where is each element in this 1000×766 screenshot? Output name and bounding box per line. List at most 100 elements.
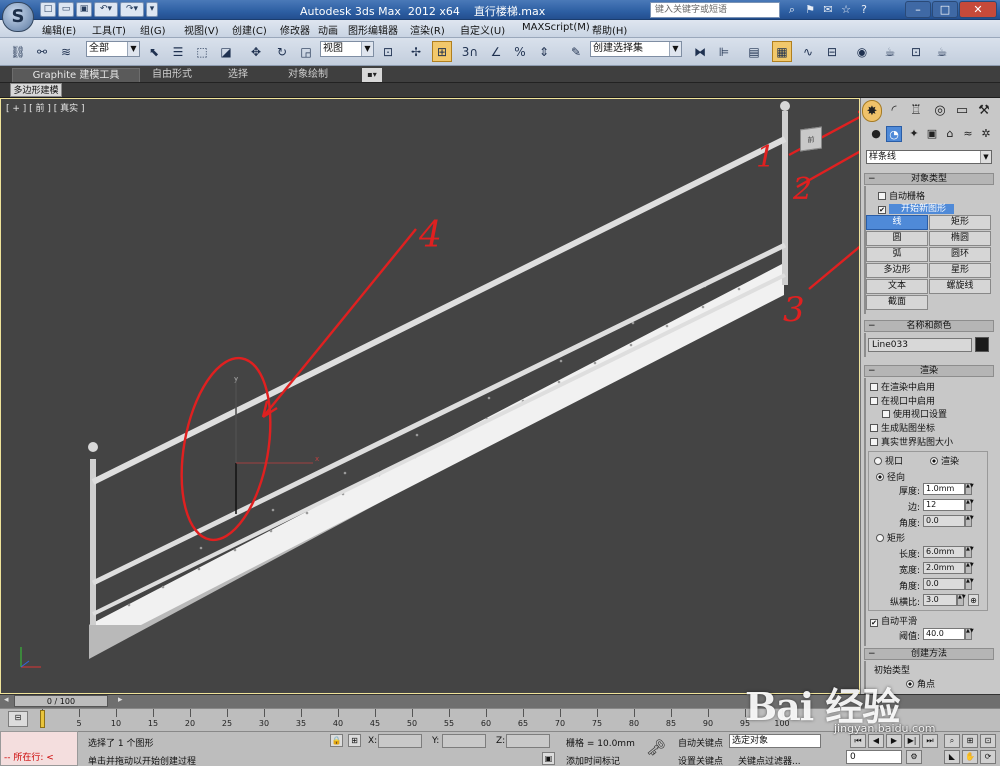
mini-curve-editor-icon[interactable]: ⊟ [8, 711, 28, 727]
scale-icon[interactable]: ◲ [296, 41, 316, 62]
spinner-arrows-icon[interactable]: ▲▼ [965, 628, 974, 640]
angle2-spinner[interactable]: 0.0 ▲▼ [923, 578, 974, 590]
maximize-button[interactable]: □ [932, 1, 958, 18]
modify-panel-icon[interactable]: ◜ [884, 100, 904, 122]
menu-customize[interactable]: 自定义(U) [460, 22, 505, 37]
pan-icon[interactable]: ✋ [962, 750, 978, 764]
name-color-rollout-header[interactable]: − 名称和颜色 [864, 320, 994, 332]
circle-button[interactable]: 圆 [866, 231, 928, 246]
ribbon-options-icon[interactable]: ▪▾ [362, 68, 382, 82]
save-icon[interactable]: ▣ [76, 2, 92, 17]
orbit-icon[interactable]: ⟳ [980, 750, 996, 764]
menu-maxscript[interactable]: MAXScript(M) [522, 22, 590, 33]
display-panel-icon[interactable]: ▭ [952, 100, 972, 122]
shapes-icon[interactable]: ◔ [886, 126, 902, 142]
key-mode-dropdown[interactable]: 选定对象 [729, 734, 821, 748]
current-frame-spinner[interactable]: 0 [846, 750, 902, 764]
help-icon[interactable]: ? [855, 2, 873, 18]
lock-aspect-icon[interactable]: ⊕ [968, 594, 979, 606]
systems-icon[interactable]: ✲ [978, 126, 994, 142]
spinner-arrows-icon[interactable]: ▲▼ [965, 546, 974, 558]
play-icon[interactable]: ▶ [886, 734, 902, 748]
schematic-view-icon[interactable]: ⊟ [822, 41, 842, 62]
thickness-spinner[interactable]: 1.0mm ▲▼ [923, 483, 974, 495]
z-coordinate-field[interactable] [506, 734, 550, 748]
rectangular-radio[interactable]: 矩形 [876, 531, 905, 544]
spinner-snap-icon[interactable]: ⇕ [534, 41, 554, 62]
object-color-swatch[interactable] [975, 337, 989, 352]
tab-graphite-modeling[interactable]: Graphite 建模工具 [12, 68, 140, 82]
hierarchy-panel-icon[interactable]: ♖ [906, 100, 926, 122]
go-to-end-icon[interactable]: ⏭ [922, 734, 938, 748]
add-time-tag-icon[interactable]: ▣ [542, 752, 555, 765]
rectangle-button[interactable]: 矩形 [929, 215, 991, 230]
spinner-arrows-icon[interactable]: ▲▼ [965, 483, 974, 495]
named-selection-dropdown[interactable]: 创建选择集 ▼ [590, 41, 682, 57]
helpers-icon[interactable]: ⌂ [942, 126, 958, 142]
3ds-max-logo-icon[interactable]: S [2, 2, 34, 32]
creation-method-rollout-header[interactable]: − 创建方法 [864, 648, 994, 660]
graphite-toggle-icon[interactable]: ▦ [772, 41, 792, 62]
sides-spinner[interactable]: 12 ▲▼ [923, 499, 974, 511]
time-slider-thumb[interactable]: 0 / 100 [14, 695, 108, 707]
favorites-icon[interactable]: ☆ [837, 2, 855, 18]
enable-in-viewport-checkbox[interactable]: 在视口中启用 [870, 394, 935, 407]
create-panel-icon[interactable]: ✸ [862, 100, 882, 122]
tab-selection[interactable]: 选择 [228, 68, 248, 82]
helix-button[interactable]: 螺旋线 [929, 279, 991, 294]
time-config-icon[interactable]: ⚙ [906, 750, 922, 764]
viewcube[interactable]: 前 [800, 126, 822, 152]
space-warps-icon[interactable]: ≈ [960, 126, 976, 142]
current-frame-marker[interactable] [40, 710, 45, 728]
x-coordinate-field[interactable] [378, 734, 422, 748]
menu-edit[interactable]: 编辑(E) [42, 22, 76, 37]
viewport-label[interactable]: [ + ] [ 前 ] [ 真实 ] [6, 101, 85, 114]
bind-space-warp-icon[interactable]: ≋ [56, 41, 76, 62]
subscription-icon[interactable]: ⚑ [801, 2, 819, 18]
rendering-rollout-header[interactable]: − 渲染 [864, 365, 994, 377]
menu-tools[interactable]: 工具(T) [92, 22, 126, 37]
y-coordinate-field[interactable] [442, 734, 486, 748]
align-icon[interactable]: ⊫ [714, 41, 734, 62]
key-filters-button[interactable]: 关键点过滤器... [738, 754, 801, 766]
reference-coordinate-dropdown[interactable]: 视图 ▼ [320, 41, 374, 57]
material-editor-icon[interactable]: ◉ [852, 41, 872, 62]
lights-icon[interactable]: ✦ [906, 126, 922, 142]
ellipse-button[interactable]: 椭圆 [929, 231, 991, 246]
zoom-icon[interactable]: ⌕ [944, 734, 960, 748]
tab-freeform[interactable]: 自由形式 [152, 68, 192, 82]
generate-mapping-coords-checkbox[interactable]: 生成贴图坐标 [870, 421, 935, 434]
start-new-shape-checkbox[interactable]: ✔ 开始新图形 [878, 201, 955, 214]
donut-button[interactable]: 圆环 [929, 247, 991, 262]
rotate-icon[interactable]: ↻ [272, 41, 292, 62]
line-button[interactable]: 线 [866, 215, 928, 230]
rendered-frame-icon[interactable]: ⊡ [906, 41, 926, 62]
close-button[interactable]: ✕ [959, 1, 997, 18]
viewport-radio[interactable]: 视口 [874, 454, 903, 467]
set-key-button[interactable]: 设置关键点 [678, 754, 723, 766]
text-button[interactable]: 文本 [866, 279, 928, 294]
menu-create[interactable]: 创建(C) [232, 22, 267, 37]
width-spinner[interactable]: 2.0mm ▲▼ [923, 562, 974, 574]
category-dropdown[interactable]: 样条线 ▼ [866, 150, 992, 164]
spinner-arrows-icon[interactable]: ▲▼ [957, 594, 966, 606]
cameras-icon[interactable]: ▣ [924, 126, 940, 142]
quick-access-dropdown-icon[interactable]: ▾ [146, 2, 158, 17]
mirror-icon[interactable]: ⧓ [690, 41, 710, 62]
help-search-input[interactable]: 键入关键字或短语 [650, 2, 780, 18]
minimize-button[interactable]: – [905, 1, 931, 18]
object-name-field[interactable]: Line033 [868, 338, 972, 352]
rectangular-selection-icon[interactable]: ⬚ [192, 41, 212, 62]
communication-icon[interactable]: ✉ [819, 2, 837, 18]
tab-polygon-modeling[interactable]: 多边形建模 [10, 83, 62, 97]
keyboard-shortcut-override-icon[interactable]: ⊞ [432, 41, 452, 62]
spinner-arrows-icon[interactable]: ▲▼ [965, 499, 974, 511]
motion-panel-icon[interactable]: ◎ [930, 100, 950, 122]
redo-icon[interactable]: ↷▾ [120, 2, 144, 17]
unlink-icon[interactable]: ⚯ [32, 41, 52, 62]
next-frame-icon[interactable]: ▶| [904, 734, 920, 748]
add-time-tag-label[interactable]: 添加时间标记 [566, 754, 620, 766]
tab-object-paint[interactable]: 对象绘制 [288, 68, 328, 82]
undo-icon[interactable]: ↶▾ [94, 2, 118, 17]
menu-animation[interactable]: 动画 [318, 22, 338, 37]
